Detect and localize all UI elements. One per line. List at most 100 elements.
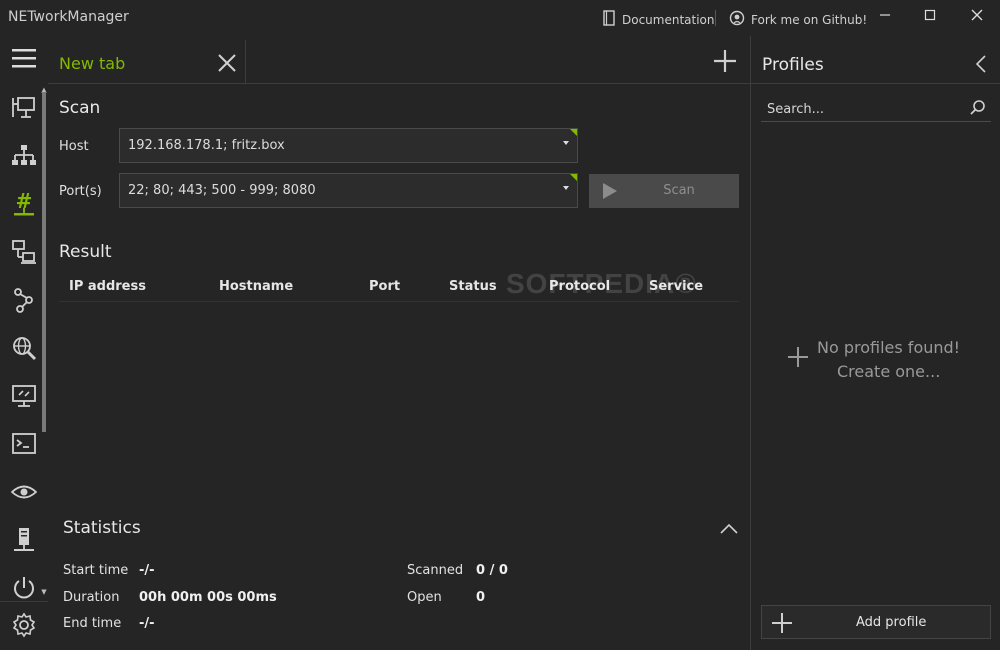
host-combobox[interactable]: 192.168.178.1; fritz.box (119, 128, 578, 163)
result-section-title: Result (59, 242, 112, 262)
nav-remote-desktop[interactable] (8, 236, 40, 268)
tab-bar: New tab (48, 36, 750, 84)
documentation-label: Documentation (622, 12, 715, 27)
ports-label: Port(s) (59, 184, 102, 199)
server-icon (14, 528, 34, 551)
column-port[interactable]: Port (369, 279, 400, 294)
add-tab-button[interactable] (712, 48, 738, 74)
open-label: Open (407, 590, 442, 605)
softpedia-watermark: SOFTPEDIA® (506, 268, 697, 299)
github-icon (729, 10, 745, 29)
duration-value: 00h 00m 00s 00ms (139, 590, 277, 605)
chevron-down-icon[interactable] (563, 186, 569, 190)
scanned-value: 0 / 0 (476, 563, 508, 578)
scanned-label: Scanned (407, 563, 464, 578)
statistics-title: Statistics (63, 518, 141, 538)
gear-icon (12, 612, 36, 638)
settings-button[interactable] (8, 609, 40, 641)
start-time-label: Start time (63, 563, 129, 578)
close-icon (218, 54, 236, 72)
nav-network-interface[interactable] (8, 92, 40, 124)
result-header-divider (59, 301, 739, 302)
close-window-button[interactable] (962, 6, 992, 28)
input-flag-marker (570, 174, 577, 181)
duration-label: Duration (63, 590, 120, 605)
column-ip-address[interactable]: IP address (69, 279, 146, 294)
tab-close-button[interactable] (216, 52, 238, 74)
nav-dns-lookup[interactable] (8, 332, 40, 364)
no-profiles-message[interactable]: No profiles found! Create one... (781, 336, 991, 386)
column-hostname[interactable]: Hostname (219, 279, 293, 294)
scan-button-label: Scan (663, 183, 695, 198)
book-icon (602, 10, 616, 29)
tab-new[interactable]: New tab (48, 40, 246, 83)
nav-port-scanner[interactable]: # (8, 188, 40, 220)
port-scanner-icon: # (14, 190, 34, 216)
tab-label: New tab (59, 54, 126, 73)
nav-traceroute[interactable] (8, 284, 40, 316)
nav-remote-monitor[interactable] (8, 380, 40, 412)
profile-search (761, 96, 991, 122)
github-label: Fork me on Github! (751, 12, 868, 27)
end-time-value: -/- (139, 616, 155, 631)
maximize-button[interactable] (915, 6, 945, 28)
github-link[interactable]: Fork me on Github! (729, 10, 867, 29)
network-interface-icon (12, 97, 35, 118)
ip-scanner-icon (12, 145, 36, 165)
title-bar: NETworkManager Documentation Fork me on … (0, 0, 1000, 36)
hamburger-icon (12, 49, 36, 68)
nav-scroll-down-arrow[interactable]: ▼ (40, 588, 48, 596)
chevron-left-icon (975, 55, 986, 73)
titlebar-separator (715, 10, 716, 26)
app-title: NETworkManager (8, 9, 129, 25)
remote-desktop-icon (12, 240, 36, 264)
minimize-button[interactable] (870, 6, 900, 28)
profile-search-input[interactable] (767, 99, 957, 119)
open-value: 0 (476, 590, 486, 605)
main-content: New tab Scan Host 192.168.178.1; fritz.b… (48, 36, 750, 650)
search-icon[interactable] (969, 99, 987, 117)
create-profile-text: Create one... (837, 362, 941, 381)
documentation-link[interactable]: Documentation (602, 10, 715, 29)
profiles-title: Profiles (762, 55, 824, 75)
nav-bottom-divider (0, 601, 48, 602)
maximize-icon (924, 9, 936, 21)
scan-section-title: Scan (59, 98, 101, 118)
nav-watch[interactable] (8, 476, 40, 508)
nav-scrollbar[interactable] (42, 92, 46, 432)
profiles-panel: Profiles No profiles found! Create one..… (750, 36, 1000, 650)
hamburger-menu-button[interactable] (8, 42, 40, 74)
collapse-profiles-button[interactable] (973, 54, 989, 74)
end-time-label: End time (63, 616, 122, 631)
plus-icon (714, 50, 736, 72)
remote-monitor-icon (12, 385, 36, 407)
close-icon (971, 9, 983, 21)
input-flag-marker (570, 129, 577, 136)
power-icon (14, 577, 34, 599)
minimize-icon (880, 14, 890, 16)
ports-combobox[interactable]: 22; 80; 443; 500 - 999; 8080 (119, 173, 578, 208)
statistics-header[interactable]: Statistics (48, 508, 750, 548)
watch-eye-icon (11, 485, 37, 499)
chevron-up-icon[interactable] (720, 520, 738, 539)
no-profiles-text: No profiles found! (817, 338, 961, 357)
plus-icon (772, 613, 792, 633)
column-status[interactable]: Status (449, 279, 497, 294)
left-navigation: ▲ ▼ # (0, 36, 48, 650)
dns-lookup-icon (13, 337, 37, 361)
profiles-header: Profiles (751, 36, 1000, 84)
nav-terminal[interactable] (8, 428, 40, 460)
nav-ip-scanner[interactable] (8, 140, 40, 172)
nav-server[interactable] (8, 524, 40, 556)
traceroute-icon (14, 288, 33, 313)
scan-button[interactable]: Scan (589, 174, 739, 208)
add-profile-button[interactable]: Add profile (761, 605, 991, 639)
plus-icon (787, 346, 809, 368)
chevron-down-icon[interactable] (563, 141, 569, 145)
start-time-value: -/- (139, 563, 155, 578)
add-profile-label: Add profile (856, 615, 927, 630)
nav-power[interactable] (8, 572, 40, 604)
host-value: 192.168.178.1; fritz.box (128, 138, 285, 153)
ports-value: 22; 80; 443; 500 - 999; 8080 (128, 183, 316, 198)
host-label: Host (59, 139, 89, 154)
